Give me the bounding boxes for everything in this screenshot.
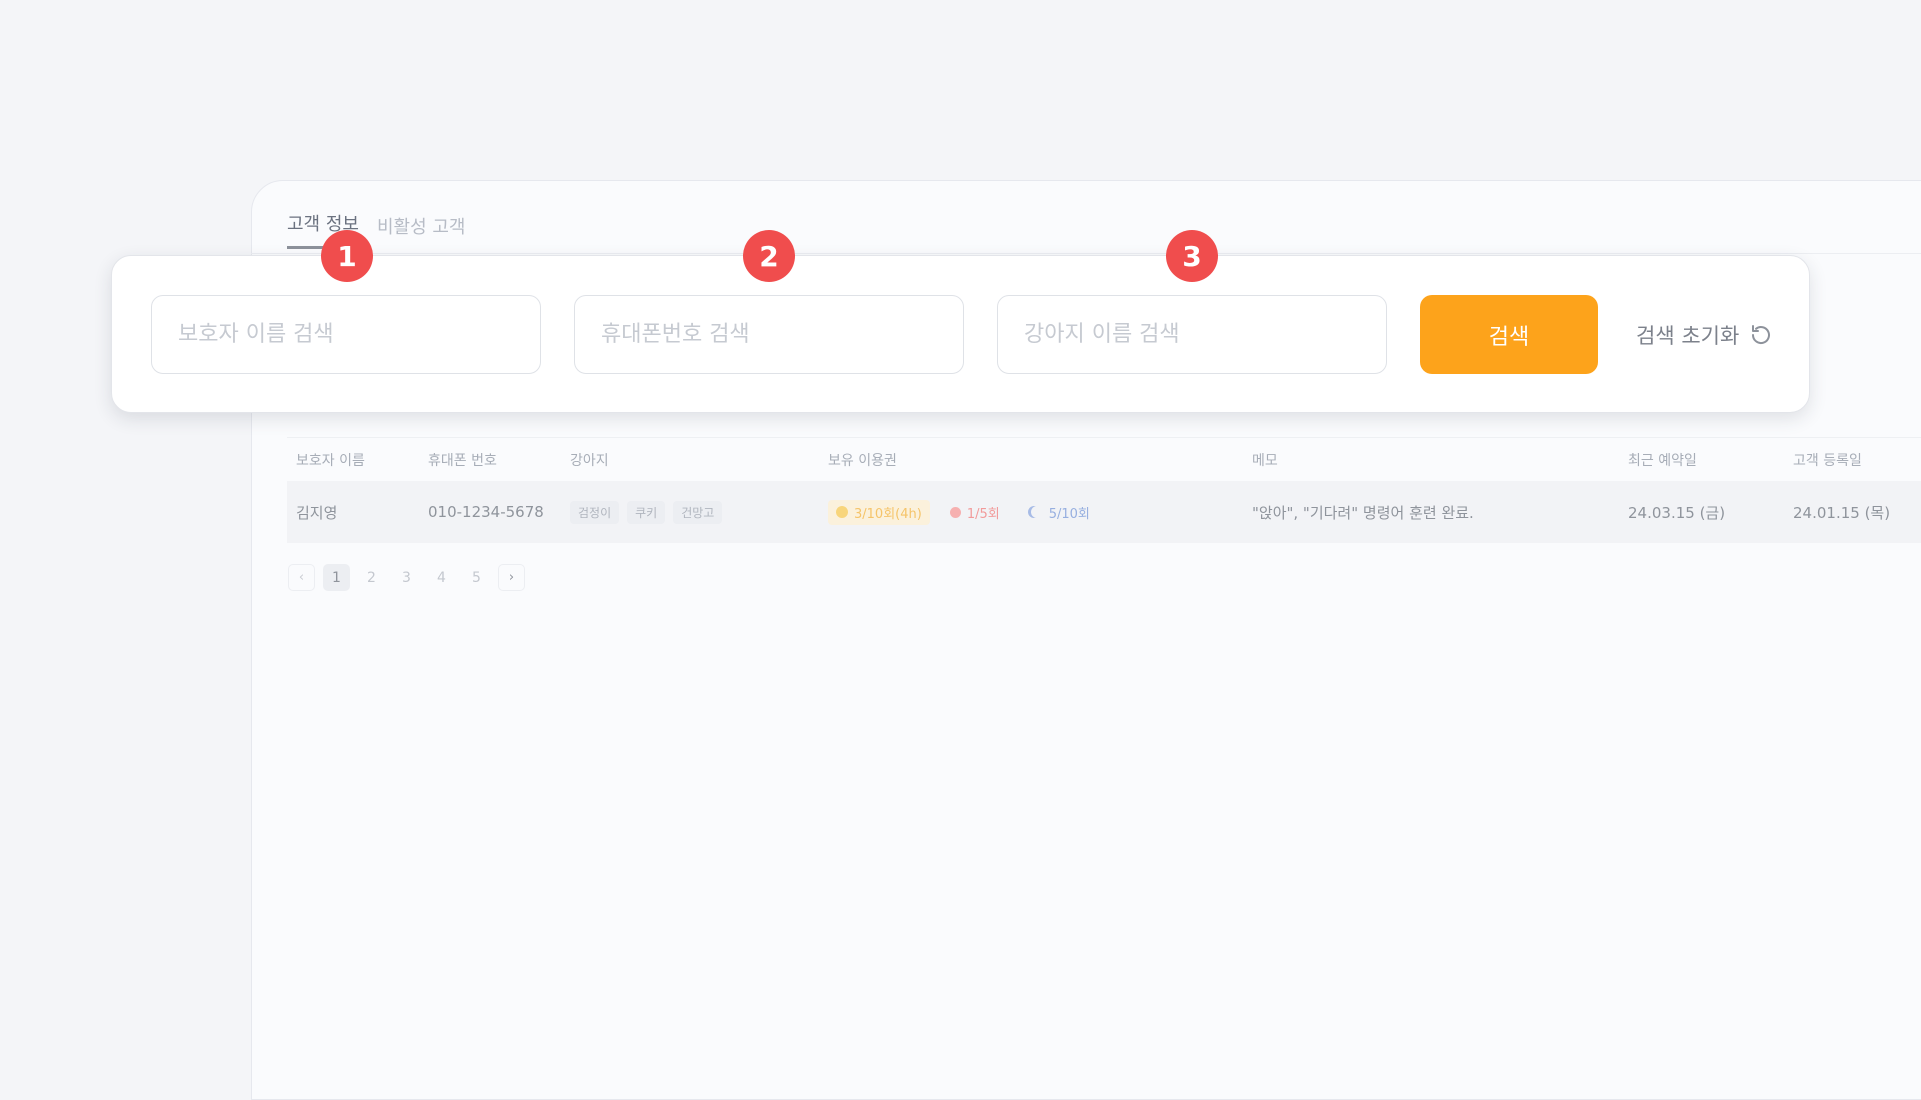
registered-cell: 24.01.15 (목) bbox=[1793, 503, 1891, 522]
next-page-button[interactable]: › bbox=[498, 564, 525, 591]
pass-sun-text: 3/10회(4h) bbox=[854, 506, 922, 522]
step-badge-1: 1 bbox=[321, 230, 373, 282]
page-4-button[interactable]: 4 bbox=[428, 564, 455, 591]
day-icon bbox=[949, 506, 961, 518]
pass-moon-badge: 5/10회 bbox=[1020, 500, 1098, 525]
guardian-name-search-input[interactable] bbox=[151, 295, 541, 374]
pass-day-badge: 1/5회 bbox=[942, 500, 1008, 525]
dogs-cell: 검정이 쿠키 건망고 bbox=[570, 500, 828, 524]
sun-icon bbox=[836, 506, 848, 518]
phone-search-input[interactable] bbox=[574, 295, 964, 374]
dog-name-search-input[interactable] bbox=[997, 295, 1387, 374]
guardian-name-cell: 김지영 bbox=[296, 503, 338, 522]
pass-sun-badge: 3/10회(4h) bbox=[828, 499, 930, 525]
pass-day-text: 1/5회 bbox=[966, 506, 1000, 522]
header-registered: 고객 등록일 bbox=[1793, 452, 1862, 469]
header-guardian-name: 보호자 이름 bbox=[296, 452, 365, 469]
dog-tag: 건망고 bbox=[673, 500, 723, 524]
customer-table: 보호자 이름 휴대폰 번호 강아지 보유 이용권 메모 최근 예약일 고객 등록… bbox=[287, 437, 1921, 543]
prev-page-button[interactable]: ‹ bbox=[288, 564, 315, 591]
page-3-button[interactable]: 3 bbox=[393, 564, 420, 591]
tab-inactive-customers[interactable]: 비활성 고객 bbox=[377, 213, 466, 249]
search-card: 검색 검색 초기화 bbox=[111, 255, 1810, 413]
pass-moon-text: 5/10회 bbox=[1048, 506, 1090, 522]
reset-search-label: 검색 초기화 bbox=[1636, 323, 1740, 348]
last-reservation-cell: 24.03.15 (금) bbox=[1628, 503, 1726, 522]
header-passes: 보유 이용권 bbox=[828, 452, 897, 469]
header-last-reservation: 최근 예약일 bbox=[1628, 452, 1697, 469]
tab-divider bbox=[251, 253, 1921, 254]
reset-search-button[interactable]: 검색 초기화 bbox=[1636, 295, 1773, 374]
page-1-button[interactable]: 1 bbox=[323, 564, 350, 591]
passes-cell: 3/10회(4h) 1/5회 5/10회 bbox=[828, 499, 1252, 525]
refresh-icon bbox=[1752, 324, 1771, 344]
header-dogs: 강아지 bbox=[570, 452, 609, 469]
pagination: ‹ 1 2 3 4 5 › bbox=[288, 564, 525, 591]
tab-bar: 고객 정보 비활성 고객 bbox=[287, 210, 466, 249]
step-badge-2: 2 bbox=[743, 230, 795, 282]
phone-cell: 010-1234-5678 bbox=[428, 503, 544, 521]
header-memo: 메모 bbox=[1252, 452, 1278, 469]
search-button[interactable]: 검색 bbox=[1420, 295, 1598, 374]
header-phone: 휴대폰 번호 bbox=[428, 452, 497, 469]
page-5-button[interactable]: 5 bbox=[463, 564, 490, 591]
memo-cell: "앉아", "기다려" 명령어 훈련 완료. bbox=[1252, 503, 1474, 522]
moon-icon bbox=[1031, 506, 1043, 518]
table-header: 보호자 이름 휴대폰 번호 강아지 보유 이용권 메모 최근 예약일 고객 등록… bbox=[287, 437, 1921, 481]
dog-tag: 검정이 bbox=[570, 500, 620, 524]
page-2-button[interactable]: 2 bbox=[358, 564, 385, 591]
step-badge-3: 3 bbox=[1166, 230, 1218, 282]
dog-tag: 쿠키 bbox=[627, 500, 666, 524]
table-row[interactable]: 김지영 010-1234-5678 검정이 쿠키 건망고 3/10회(4h) 1… bbox=[287, 481, 1921, 543]
